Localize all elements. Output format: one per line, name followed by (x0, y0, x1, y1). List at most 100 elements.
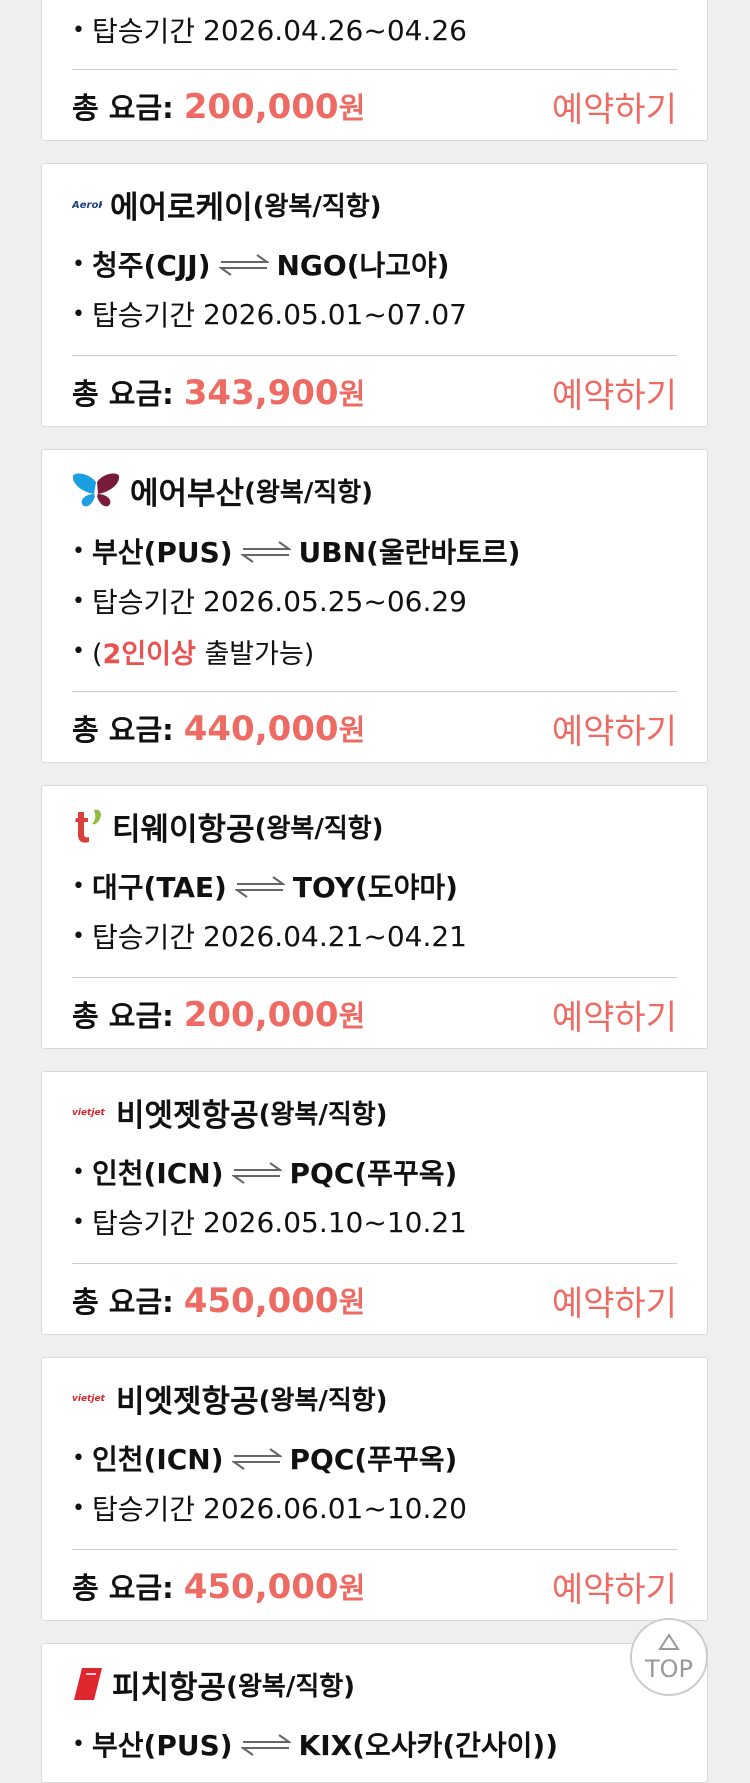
period-label: 탑승기간 (92, 299, 196, 332)
book-button[interactable]: 예약하기 (552, 82, 677, 131)
period-line: • 탑승기간 2026.05.10~10.21 (72, 1203, 687, 1241)
airbusan-logo (72, 472, 120, 508)
period-value: 2026.05.25~06.29 (203, 584, 467, 618)
origin: 청주(CJJ) (92, 249, 211, 282)
route-line: • 인천(ICN) PQC(푸꾸옥) (72, 1153, 687, 1191)
route: 인천(ICN) PQC(푸꾸옥) (92, 1438, 457, 1478)
scroll-top-button[interactable]: TOP (630, 1618, 708, 1696)
bullet: • (72, 1159, 85, 1185)
up-triangle-icon (658, 1633, 680, 1655)
vietjet-logo: vietjet (72, 1104, 108, 1120)
price: 총 요금: 343,900원 (72, 371, 365, 413)
flight-card: 티웨이항공 (왕복/직항) • 대구(TAE) TOY(도야마) • 탑승기간 20… (41, 785, 708, 1049)
book-button[interactable]: 예약하기 (552, 1562, 677, 1611)
divider (72, 977, 677, 978)
vietjet-logo: vietjet (72, 1390, 108, 1406)
round-trip-arrow-icon (239, 1731, 292, 1764)
peach-logo (72, 1666, 104, 1702)
price-unit: 원 (338, 91, 366, 125)
origin: 인천(ICN) (92, 1443, 224, 1476)
card-title: vietjet 비엣젯항공 (왕복/직항) (72, 1090, 687, 1134)
book-button[interactable]: 예약하기 (552, 704, 677, 753)
route-line: • 인천(ICN) PQC(푸꾸옥) (72, 1439, 687, 1477)
round-trip-arrow-icon (233, 873, 287, 906)
price-label: 총 요금: (72, 91, 174, 125)
card-title: vietjet 비엣젯항공 (왕복/직항) (72, 1376, 687, 1420)
price-unit: 원 (338, 1285, 366, 1319)
divider (72, 69, 677, 70)
book-button[interactable]: 예약하기 (552, 1276, 677, 1325)
price-unit: 원 (338, 713, 366, 747)
period-label: 탑승기간 (92, 1207, 196, 1240)
price: 총 요금: 200,000원 (72, 993, 365, 1035)
origin: 인천(ICN) (92, 1157, 224, 1190)
trip-type: (왕복/직항) (258, 1099, 388, 1130)
airline-name: 비엣젯항공 (116, 1097, 259, 1134)
round-trip-arrow-icon (230, 1159, 283, 1192)
period-line: • 탑승기간 2026.05.25~06.29 (72, 582, 687, 620)
price-label: 총 요금: (72, 1285, 174, 1319)
note-rest: 출발가능) (195, 638, 315, 670)
bullet: • (72, 923, 85, 949)
period-line: • 탑승기간 2026.05.01~07.07 (72, 295, 687, 333)
price-label: 총 요금: (72, 377, 174, 411)
book-button[interactable]: 예약하기 (552, 990, 677, 1039)
price-value: 343,900 (183, 373, 339, 413)
route-line: • 부산(PUS) UBN(울란바토르) (72, 532, 687, 570)
card-title: 에어부산 (왕복/직항) (72, 468, 687, 512)
bullet: • (72, 1731, 85, 1757)
price-value: 200,000 (183, 87, 339, 127)
period-label: 탑승기간 (92, 586, 196, 619)
price-label: 총 요금: (72, 713, 174, 747)
trip-type: (왕복/직항) (226, 1671, 356, 1702)
round-trip-arrow-icon (230, 1445, 283, 1478)
trip-type: (왕복/직항) (254, 813, 384, 844)
route-line: • 대구(TAE) TOY(도야마) (72, 867, 687, 905)
price-unit: 원 (338, 999, 366, 1033)
route: 부산(PUS) KIX(오사카(간사이)) (92, 1724, 558, 1764)
airline-name: 피치항공 (112, 1669, 227, 1706)
period-label: 탑승기간 (92, 1493, 196, 1526)
tway-logo (72, 808, 104, 844)
route: 청주(CJJ) NGO(나고야) (92, 244, 450, 284)
divider (72, 691, 677, 692)
flight-card: AeroK 에어로케이(왕복/직항) • 청주(CJJ) NGO(나고야) • 탑… (41, 163, 708, 427)
note: (2인이상 출발가능) (92, 632, 314, 671)
book-button[interactable]: 예약하기 (552, 368, 677, 417)
price-unit: 원 (338, 377, 366, 411)
price-value: 440,000 (183, 709, 339, 749)
period-line: • 탑승기간 2026.04.26~04.26 (72, 11, 687, 49)
route: 부산(PUS) UBN(울란바토르) (92, 531, 520, 571)
flight-card: vietjet 비엣젯항공 (왕복/직항) • 인천(ICN) PQC(푸꾸옥) •… (41, 1357, 708, 1621)
price-value: 450,000 (183, 1567, 339, 1607)
destination: PQC(푸꾸옥) (289, 1443, 458, 1476)
period-line: • 탑승기간 2026.04.21~04.21 (72, 917, 687, 955)
price: 총 요금: 440,000원 (72, 707, 365, 749)
period-value: 2026.04.26~04.26 (203, 13, 467, 47)
flight-card: vietjet 비엣젯항공 (왕복/직항) • 인천(ICN) PQC(푸꾸옥) •… (41, 1071, 708, 1335)
destination: TOY(도야마) (292, 871, 458, 904)
svg-text:AeroK: AeroK (72, 200, 102, 211)
bullet: • (72, 17, 85, 43)
period-label: 탑승기간 (92, 921, 196, 954)
note-prefix: ( (92, 638, 103, 670)
bullet: • (72, 1445, 85, 1471)
price-row: 총 요금: 440,000원 예약하기 (72, 703, 677, 753)
bullet: • (72, 251, 85, 277)
airline-name: 에어부산 (130, 475, 245, 512)
origin: 대구(TAE) (92, 871, 227, 904)
route: 인천(ICN) PQC(푸꾸옥) (92, 1152, 457, 1192)
price-unit: 원 (338, 1571, 366, 1605)
price-row: 총 요금: 450,000원 예약하기 (72, 1561, 677, 1611)
bullet: • (72, 538, 85, 564)
price: 총 요금: 450,000원 (72, 1279, 365, 1321)
price-row: 총 요금: 450,000원 예약하기 (72, 1275, 677, 1325)
flight-card: 에어부산 (왕복/직항) • 부산(PUS) UBN(울란바토르) • 탑승기간 2… (41, 449, 708, 763)
airline-name: 비엣젯항공 (116, 1383, 259, 1420)
destination: NGO(나고야) (276, 249, 450, 282)
round-trip-arrow-icon (217, 251, 270, 284)
card-title: AeroK 에어로케이(왕복/직항) (72, 182, 687, 226)
svg-text:vietjet: vietjet (72, 1108, 106, 1118)
origin: 부산(PUS) (92, 536, 233, 569)
bullet: • (72, 1209, 85, 1235)
